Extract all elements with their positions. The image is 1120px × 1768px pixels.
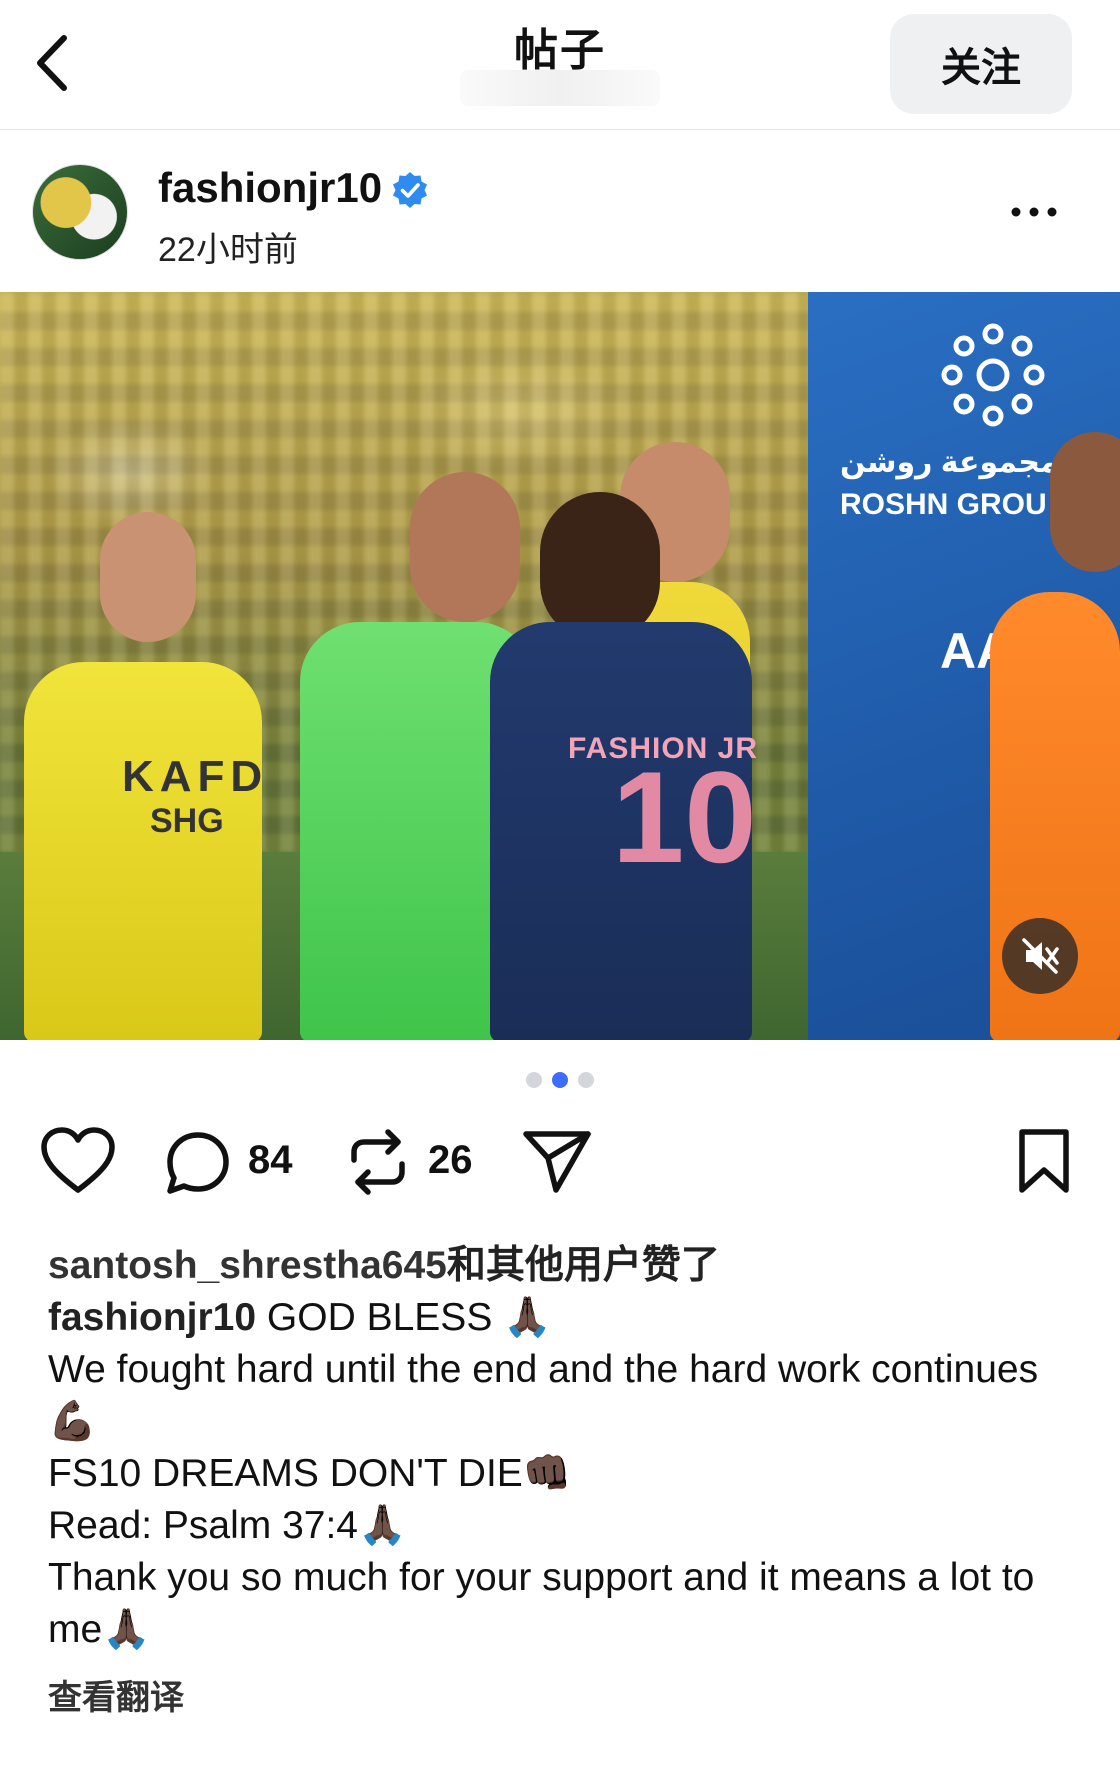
carousel-dot: [578, 1072, 594, 1088]
comments-count: 84: [248, 1138, 293, 1182]
liker-username[interactable]: santosh_shrestha645: [48, 1244, 447, 1287]
carousel-dot: [526, 1072, 542, 1088]
bookmark-icon[interactable]: [1014, 1126, 1074, 1203]
more-options-icon[interactable]: [1004, 192, 1064, 232]
follow-button[interactable]: 关注: [890, 14, 1072, 114]
post-author-row: fashionjr10 22小时前: [0, 130, 1120, 290]
player-head: [540, 492, 660, 642]
verified-badge-icon: [390, 170, 430, 210]
shirt-sponsor-2: SHG: [150, 802, 224, 840]
post-media[interactable]: مجموعة روشن ROSHN GROU AADE KAFD SHG FAS…: [0, 292, 1120, 1040]
sponsor-logo-icon: [938, 320, 1048, 430]
see-translation-link[interactable]: 查看翻译: [48, 1670, 184, 1719]
repost-icon[interactable]: [346, 1126, 410, 1203]
player-yellow-left: [24, 662, 262, 1040]
action-bar: 84 26: [0, 1120, 1120, 1210]
caption-line: Read: Psalm 37:4🙏🏿: [48, 1504, 407, 1547]
comment-icon[interactable]: [162, 1126, 234, 1203]
carousel-dot-active: [552, 1072, 568, 1088]
author-username[interactable]: fashionjr10: [158, 164, 382, 212]
carousel-indicator: [0, 1072, 1120, 1092]
caption-username[interactable]: fashionjr10: [48, 1296, 256, 1339]
player-head: [100, 512, 196, 642]
reposts-count: 26: [428, 1138, 473, 1182]
share-icon[interactable]: [520, 1126, 594, 1203]
avatar[interactable]: [32, 164, 128, 260]
shirt-sponsor-1: KAFD: [122, 752, 269, 801]
caption-line: FS10 DREAMS DON'T DIE👊🏿: [48, 1452, 572, 1495]
sponsor-banner-text: مجموعة روشن ROSHN GROU: [840, 446, 1059, 521]
post-caption: fashionjr10 GOD BLESS 🙏🏿 We fought hard …: [48, 1292, 1078, 1656]
mute-icon[interactable]: [1002, 918, 1078, 994]
caption-line: GOD BLESS 🙏🏿: [266, 1296, 552, 1339]
caption-line: Thank you so much for your support and i…: [48, 1556, 1035, 1651]
player-head: [1050, 432, 1120, 572]
subtitle-placeholder: [460, 70, 660, 106]
likes-suffix: 和其他用户赞了: [446, 1244, 720, 1287]
player-head: [410, 472, 520, 622]
jersey-number: 10: [612, 744, 757, 890]
likes-summary[interactable]: santosh_shrestha645和其他用户赞了: [48, 1234, 720, 1290]
top-bar: 帖子 关注: [0, 0, 1120, 130]
caption-line: We fought hard until the end and the har…: [48, 1348, 1039, 1443]
heart-icon[interactable]: [40, 1126, 116, 1201]
post-time: 22小时前: [158, 231, 298, 269]
